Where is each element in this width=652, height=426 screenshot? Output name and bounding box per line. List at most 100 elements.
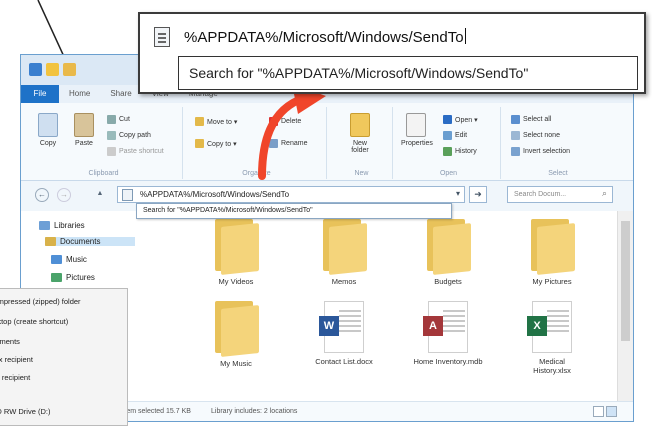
copy-path-icon [107,131,116,140]
file-item[interactable]: Memos [299,219,389,286]
address-dropdown-icon[interactable]: ▾ [456,189,460,198]
folder-icon [213,219,259,275]
new-folder-label: New folder [351,140,369,154]
open-group-label: Open [439,170,458,177]
address-suggestion[interactable]: Search for "%APPDATA%/Microsoft/Windows/… [136,203,452,219]
open-icon [443,115,452,124]
organize-group-label: Organize [242,170,271,177]
sidebar-item-pictures[interactable]: Pictures [51,273,95,282]
rename-label: Rename [281,140,308,147]
file-item[interactable]: My Music [191,301,281,368]
menu-item[interactable]: DVD RW Drive (D:) [0,407,50,416]
copy-icon [38,113,58,137]
callout-search-suggestion[interactable]: Search for "%APPDATA%/Microsoft/Windows/… [178,56,638,90]
libraries-icon [39,221,50,230]
history-icon [443,147,452,156]
rename-button[interactable]: Rename [269,139,307,148]
new-group-label: New [354,170,369,177]
up-button[interactable]: ▲ [93,188,107,202]
search-icon: ⌕ [601,188,607,198]
select-group-label: Select [548,170,568,177]
select-none-icon [511,131,520,140]
invert-selection-label: Invert selection [523,148,571,155]
send-to-menu: Compressed (zipped) folder Desktop (crea… [0,288,128,426]
quick-access-toolbar [29,63,76,76]
documents-icon [45,237,56,246]
delete-label: Delete [281,118,302,125]
tab-file[interactable]: File [21,85,59,103]
copy-button[interactable]: Copy [33,113,63,147]
paste-shortcut-button[interactable]: Paste shortcut [107,147,164,156]
select-all-icon [511,115,520,124]
history-button[interactable]: History [443,147,477,156]
move-to-button[interactable]: Move to ▾ [195,117,237,126]
scissors-icon [107,115,116,124]
select-all-label: Select all [523,116,552,123]
cut-button[interactable]: Cut [107,115,130,124]
clipboard-group-label: Clipboard [88,170,119,177]
file-item[interactable]: A Home Inventory.mdb [403,301,493,366]
properties-button[interactable]: Properties [401,113,433,147]
edit-button[interactable]: Edit [443,131,467,140]
back-button[interactable]: ← [35,188,49,202]
file-item[interactable]: My Videos [191,219,281,286]
menu-item[interactable]: Documents [0,337,20,346]
sidebar-item-documents[interactable]: Documents [45,237,135,246]
copy-path-button[interactable]: Copy path [107,131,151,140]
file-name: Medical History.xlsx [533,357,571,375]
scrollbar-thumb[interactable] [621,221,630,341]
file-item[interactable]: My Pictures [507,219,597,286]
address-text: %APPDATA%/Microsoft/Windows/SendTo [140,190,290,199]
paste-button[interactable]: Paste [69,113,99,147]
new-folder-icon[interactable] [63,63,76,76]
access-database-icon: A [423,301,468,353]
select-none-button[interactable]: Select none [511,131,560,140]
menu-item[interactable]: Compressed (zipped) folder [0,297,81,306]
open-button[interactable]: Open ▾ [443,115,478,124]
search-placeholder: Search Docum... [514,191,567,198]
folder-icon [213,301,259,357]
forward-button[interactable]: → [57,188,71,202]
address-bar[interactable]: %APPDATA%/Microsoft/Windows/SendTo ▾ [117,186,465,203]
new-folder-button[interactable]: New folder [345,113,375,154]
file-name: My Music [220,359,252,368]
invert-selection-button[interactable]: Invert selection [511,147,570,156]
delete-button[interactable]: Delete [269,117,301,126]
large-icons-view-icon[interactable] [606,406,617,417]
menu-item[interactable]: Mail recipient [0,373,30,382]
paste-shortcut-icon [107,147,116,156]
tab-home[interactable]: Home [59,85,100,103]
copy-path-label: Copy path [119,132,151,139]
move-to-label: Move to ▾ [207,118,238,126]
word-document-icon: W [319,301,364,353]
edit-label: Edit [455,132,468,139]
details-view-icon[interactable] [593,406,604,417]
sidebar-item-libraries[interactable]: Libraries [39,221,85,230]
copy-to-button[interactable]: Copy to ▾ [195,139,237,148]
vertical-scrollbar[interactable] [617,211,633,401]
menu-item[interactable]: Desktop (create shortcut) [0,317,68,326]
go-button[interactable]: ➜ [469,186,487,203]
file-name: Home Inventory.mdb [413,357,483,366]
properties-icon [406,113,426,137]
properties-label: Properties [401,140,433,147]
file-item[interactable]: X Medical History.xlsx [507,301,597,375]
selection-status: 1 item selected 15.7 KB [117,408,191,415]
properties-icon[interactable] [46,63,59,76]
folder-location-icon [154,27,170,47]
view-buttons [593,406,617,417]
move-to-icon [195,117,204,126]
tab-share[interactable]: Share [100,85,141,103]
menu-item[interactable]: Fax recipient [0,355,33,364]
sidebar-item-music[interactable]: Music [51,255,87,264]
file-name: My Pictures [532,277,572,286]
file-item[interactable]: W Contact List.docx [299,301,389,366]
search-input[interactable]: Search Docum... ⌕ [507,186,613,203]
text-caret [464,28,466,44]
select-all-button[interactable]: Select all [511,115,551,124]
file-item[interactable]: Budgets [403,219,493,286]
music-icon [51,255,62,264]
ribbon: Copy Paste Cut Copy path Paste shortcut … [21,103,633,181]
callout-address-value: %APPDATA%/Microsoft/Windows/SendTo [184,29,464,46]
callout-address-text[interactable]: %APPDATA%/Microsoft/Windows/SendTo [184,28,466,46]
